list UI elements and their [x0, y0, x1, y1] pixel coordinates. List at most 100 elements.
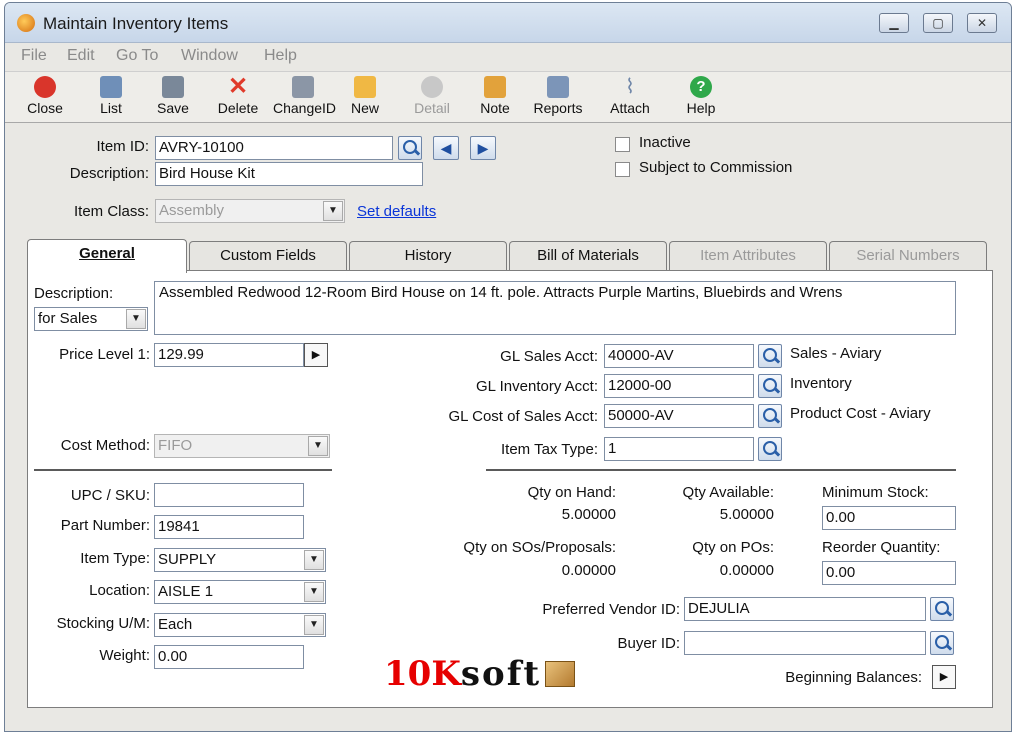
gl-cost-of-sales-lookup-icon[interactable] — [758, 404, 782, 428]
qty-available-label: Qty Available: — [682, 484, 774, 501]
title-bar: Maintain Inventory Items ▁ ▢ ✕ — [5, 3, 1011, 43]
upc-sku-field[interactable] — [154, 483, 304, 507]
item-tax-type-field[interactable]: 1 — [604, 437, 754, 461]
watermark-logo: 10Ksoft — [384, 654, 576, 694]
list-button[interactable]: List — [91, 76, 131, 122]
reports-button[interactable]: Reports — [527, 76, 589, 122]
inactive-checkbox[interactable] — [615, 137, 630, 152]
attach-button[interactable]: ⌇ Attach — [605, 76, 655, 122]
qty-on-sos-value: 0.00000 — [561, 562, 616, 579]
item-tax-type-lookup-icon[interactable] — [758, 437, 782, 461]
maximize-button[interactable]: ▢ — [923, 13, 953, 33]
gl-cost-of-sales-label: GL Cost of Sales Acct: — [448, 408, 598, 425]
new-button[interactable]: New — [345, 76, 385, 122]
chevron-down-icon: ▼ — [126, 309, 146, 329]
menu-window[interactable]: Window — [181, 47, 238, 65]
help-icon: ? — [690, 76, 712, 98]
item-id-lookup-icon[interactable] — [398, 136, 422, 160]
menu-help[interactable]: Help — [264, 47, 297, 65]
description-field[interactable]: Bird House Kit — [155, 162, 423, 186]
item-tax-type-label: Item Tax Type: — [501, 441, 598, 458]
save-icon — [162, 76, 184, 98]
change-id-icon — [292, 76, 314, 98]
detail-button[interactable]: Detail — [407, 76, 457, 122]
location-label: Location: — [89, 582, 150, 599]
right-divider — [486, 469, 956, 471]
note-icon — [484, 76, 506, 98]
note-button[interactable]: Note — [475, 76, 515, 122]
tab-strip: General Custom Fields History Bill of Ma… — [27, 239, 993, 273]
inactive-label: Inactive — [639, 134, 691, 151]
item-id-field[interactable]: AVRY-10100 — [155, 136, 393, 160]
tab-custom-fields[interactable]: Custom Fields — [189, 241, 347, 271]
weight-field[interactable]: 0.00 — [154, 645, 304, 669]
preferred-vendor-label: Preferred Vendor ID: — [542, 601, 680, 618]
part-number-label: Part Number: — [60, 517, 150, 534]
qty-available-value: 5.00000 — [719, 506, 774, 523]
help-button[interactable]: ? Help — [681, 76, 721, 122]
gl-inventory-description: Inventory — [790, 375, 852, 392]
minimum-stock-field[interactable]: 0.00 — [822, 506, 956, 530]
close-window-button[interactable]: ✕ — [967, 13, 997, 33]
item-class-select[interactable]: Assembly ▼ — [155, 199, 345, 223]
stocking-um-select[interactable]: Each ▼ — [154, 613, 326, 637]
minimum-stock-label: Minimum Stock: — [822, 484, 929, 501]
cost-method-select[interactable]: FIFO ▼ — [154, 434, 330, 458]
reorder-quantity-field[interactable]: 0.00 — [822, 561, 956, 585]
gl-inventory-field[interactable]: 12000-00 — [604, 374, 754, 398]
tab-general[interactable]: General — [27, 239, 187, 273]
delete-button[interactable]: ✕ Delete — [213, 75, 263, 122]
app-icon — [17, 14, 35, 32]
list-icon — [100, 76, 122, 98]
menu-go-to[interactable]: Go To — [116, 47, 158, 65]
beginning-balances-button[interactable]: ▶ — [932, 665, 956, 689]
maintain-inventory-window: Maintain Inventory Items ▁ ▢ ✕ File Edit… — [4, 2, 1012, 732]
tab-history[interactable]: History — [349, 241, 507, 271]
buyer-id-field[interactable] — [684, 631, 926, 655]
set-defaults-link[interactable]: Set defaults — [357, 203, 436, 220]
qty-on-hand-label: Qty on Hand: — [527, 484, 616, 501]
gl-sales-lookup-icon[interactable] — [758, 344, 782, 368]
next-record-button[interactable]: ▶ — [470, 136, 496, 160]
reorder-quantity-label: Reorder Quantity: — [822, 539, 941, 556]
item-class-label: Item Class: — [73, 203, 149, 220]
menu-edit[interactable]: Edit — [67, 47, 95, 65]
reports-icon — [547, 76, 569, 98]
vendor-lookup-icon[interactable] — [930, 597, 954, 621]
gl-sales-field[interactable]: 40000-AV — [604, 344, 754, 368]
minimize-button[interactable]: ▁ — [879, 13, 909, 33]
part-number-field[interactable]: 19841 — [154, 515, 304, 539]
new-icon — [354, 76, 376, 98]
tab-bill-of-materials[interactable]: Bill of Materials — [509, 241, 667, 271]
save-button[interactable]: Save — [151, 76, 195, 122]
general-panel: Description: for Sales ▼ Assembled Redwo… — [27, 270, 993, 708]
tab-serial-numbers[interactable]: Serial Numbers — [829, 241, 987, 271]
gl-inventory-label: GL Inventory Acct: — [476, 378, 598, 395]
preferred-vendor-field[interactable]: DEJULIA — [684, 597, 926, 621]
gl-cost-of-sales-description: Product Cost - Aviary — [790, 405, 931, 422]
commission-checkbox[interactable] — [615, 162, 630, 177]
gl-cost-of-sales-field[interactable]: 50000-AV — [604, 404, 754, 428]
toolbar: Close List Save ✕ Delete ChangeID New De… — [5, 71, 1011, 123]
qty-on-pos-value: 0.00000 — [719, 562, 774, 579]
stocking-um-label: Stocking U/M: — [56, 615, 150, 632]
close-button[interactable]: Close — [23, 76, 67, 122]
upc-sku-label: UPC / SKU: — [70, 487, 150, 504]
qty-on-hand-value: 5.00000 — [561, 506, 616, 523]
price-level-field[interactable]: 129.99 — [154, 343, 304, 367]
chevron-down-icon: ▼ — [304, 615, 324, 635]
tab-item-attributes[interactable]: Item Attributes — [669, 241, 827, 271]
buyer-lookup-icon[interactable] — [930, 631, 954, 655]
item-type-select[interactable]: SUPPLY ▼ — [154, 548, 326, 572]
price-level-arrow-button[interactable]: ▶ — [304, 343, 328, 367]
description-label: Description: — [69, 165, 149, 182]
gl-inventory-lookup-icon[interactable] — [758, 374, 782, 398]
long-description-field[interactable]: Assembled Redwood 12-Room Bird House on … — [154, 281, 956, 335]
qty-on-sos-label: Qty on SOs/Proposals: — [463, 539, 616, 556]
menu-file[interactable]: File — [21, 47, 47, 65]
location-select[interactable]: AISLE 1 ▼ — [154, 580, 326, 604]
previous-record-button[interactable]: ◀ — [433, 136, 459, 160]
description-for-select[interactable]: for Sales ▼ — [34, 307, 148, 331]
change-id-button[interactable]: ChangeID — [273, 76, 336, 122]
beginning-balances-label: Beginning Balances: — [785, 669, 922, 686]
